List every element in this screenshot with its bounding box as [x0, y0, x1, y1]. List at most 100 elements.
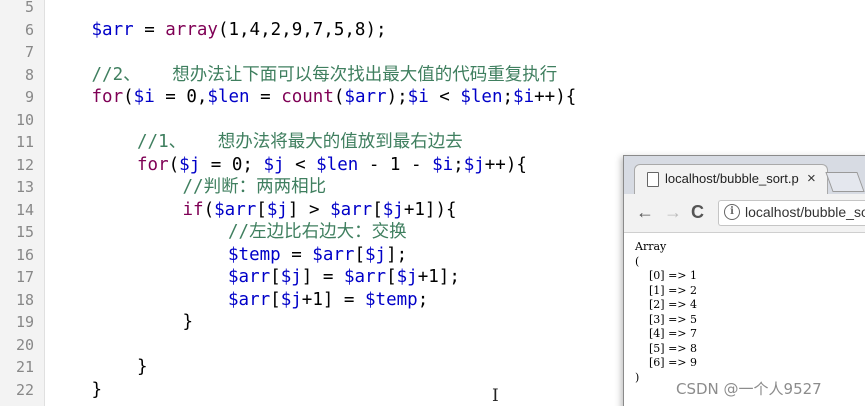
- line-number: 5: [24, 0, 34, 16]
- reload-icon[interactable]: C: [691, 202, 704, 223]
- address-bar[interactable]: i localhost/bubble_sort.php: [718, 200, 865, 226]
- code-line: 11 //1、 想办法将最大的值放到最右边去: [0, 131, 865, 154]
- punctuation-token: +1]){: [403, 199, 457, 220]
- punctuation-token: ++){: [484, 154, 527, 175]
- code-line: 8 //2、 想办法让下面可以每次找出最大值的代码重复执行: [0, 64, 865, 87]
- keyword-token: array: [165, 19, 218, 40]
- code-line: 9 for($i = 0,$len = count($arr);$i < $len…: [0, 86, 865, 109]
- variable-token: $len: [460, 87, 503, 107]
- code-text: //1、 想办法将最大的值放到最右边去: [137, 131, 463, 154]
- code-text: $temp = $arr[$j];: [228, 244, 407, 267]
- line-number: 8: [24, 65, 34, 84]
- punctuation-token: (: [123, 87, 134, 107]
- punctuation-token: - 1 -: [358, 154, 433, 175]
- line-number: 10: [15, 110, 34, 129]
- line-number: 7: [24, 43, 34, 61]
- code-line: 5: [0, 0, 865, 19]
- punctuation-token: +1] =: [301, 289, 365, 310]
- code-line: 6 $arr = array(1,4,2,9,7,5,8);: [0, 19, 865, 42]
- variable-token: $j: [463, 154, 485, 175]
- punctuation-token: }: [182, 312, 194, 332]
- punctuation-token: <: [284, 154, 317, 175]
- close-tab-icon[interactable]: ×: [807, 170, 816, 187]
- punctuation-token: ] >: [287, 199, 331, 220]
- address-url: localhost/bubble_sort.php: [745, 204, 865, 220]
- variable-token: $arr: [228, 267, 271, 287]
- code-text: for($i = 0,$len = count($arr);$i < $len;…: [92, 86, 577, 109]
- line-number: 16: [15, 245, 34, 264]
- punctuation-token: }: [91, 379, 103, 400]
- code-line: 10: [0, 109, 865, 132]
- variable-token: $arr: [91, 19, 134, 40]
- code-text: $arr[$j+1] = $temp;: [228, 289, 428, 312]
- variable-token: $temp: [228, 244, 281, 265]
- punctuation-token: ];: [386, 244, 408, 265]
- punctuation-token: = 0,: [154, 87, 208, 107]
- punctuation-token: ;: [502, 87, 514, 107]
- line-number: 21: [15, 358, 34, 376]
- text-cursor-icon: I: [492, 386, 499, 406]
- code-text: }: [137, 356, 148, 379]
- keyword-token: for: [91, 87, 124, 107]
- punctuation-token: [: [270, 267, 281, 287]
- line-number: 9: [24, 88, 34, 106]
- punctuation-token: =: [249, 87, 282, 107]
- code-text: }: [183, 311, 194, 334]
- punctuation-token: ] =: [301, 267, 344, 287]
- comment-token: //判断：两两相比: [182, 177, 327, 197]
- tab-title: localhost/bubble_sort.p: [665, 171, 799, 186]
- forward-arrow-icon[interactable]: →: [664, 202, 682, 223]
- punctuation-token: ++){: [534, 87, 577, 107]
- variable-token: $i: [407, 87, 429, 107]
- code-text: $arr[$j] = $arr[$j+1];: [228, 266, 460, 289]
- browser-window[interactable]: localhost/bubble_sort.p × ← → C i localh…: [623, 155, 865, 406]
- punctuation-token: +1];: [417, 267, 460, 287]
- variable-token: $arr: [344, 87, 387, 107]
- variable-token: $arr: [343, 267, 387, 287]
- browser-tab[interactable]: localhost/bubble_sort.p ×: [634, 164, 828, 195]
- browser-toolbar: ← → C i localhost/bubble_sort.php: [624, 194, 865, 233]
- back-arrow-icon[interactable]: ←: [636, 202, 654, 223]
- comment-token: //2、 想办法让下面可以每次找出最大值的代码重复执行: [91, 64, 558, 85]
- variable-token: $i: [432, 154, 454, 175]
- page-icon: [647, 172, 659, 187]
- variable-token: $arr: [330, 199, 373, 220]
- variable-token: $temp: [365, 289, 418, 310]
- variable-token: $j: [396, 267, 418, 287]
- line-number: 22: [15, 380, 34, 399]
- page-output: Array ( [0] => 1 [1] => 2 [2] => 4 [3] =…: [635, 240, 697, 384]
- code-text: //左边比右边大：交换: [228, 221, 407, 244]
- line-number: 13: [15, 178, 34, 196]
- variable-token: $len: [316, 154, 359, 175]
- keyword-token: count: [281, 87, 334, 107]
- variable-token: $i: [133, 87, 155, 107]
- variable-token: $j: [263, 154, 285, 175]
- variable-token: $arr: [228, 289, 271, 310]
- new-tab-button[interactable]: [825, 172, 865, 192]
- line-number: 19: [15, 313, 34, 331]
- variable-token: $j: [365, 244, 387, 265]
- variable-token: $j: [266, 199, 288, 220]
- punctuation-token: ;: [417, 289, 429, 310]
- variable-token: $arr: [312, 244, 355, 265]
- punctuation-token: [: [354, 244, 365, 265]
- code-text: $arr = array(1,4,2,9,7,5,8);: [92, 19, 387, 42]
- variable-token: $i: [513, 87, 535, 107]
- punctuation-token: =: [280, 244, 313, 265]
- code-text: for($j = 0; $j < $len - 1 - $i;$j++){: [137, 154, 527, 177]
- watermark: CSDN @一个人9527: [676, 380, 822, 398]
- keyword-token: if: [182, 199, 204, 220]
- line-number: 11: [15, 133, 34, 151]
- info-icon[interactable]: i: [724, 204, 740, 220]
- line-number: 18: [15, 290, 34, 309]
- punctuation-token: (: [333, 87, 345, 107]
- punctuation-token: );: [386, 87, 408, 107]
- line-number: 15: [15, 223, 34, 241]
- variable-token: $j: [179, 154, 201, 175]
- punctuation-token: [: [256, 199, 267, 220]
- line-number: 6: [24, 20, 34, 39]
- variable-token: $j: [382, 199, 404, 220]
- punctuation-token: =: [133, 19, 166, 40]
- line-number: 12: [15, 155, 34, 174]
- code-text: //判断：两两相比: [183, 176, 327, 199]
